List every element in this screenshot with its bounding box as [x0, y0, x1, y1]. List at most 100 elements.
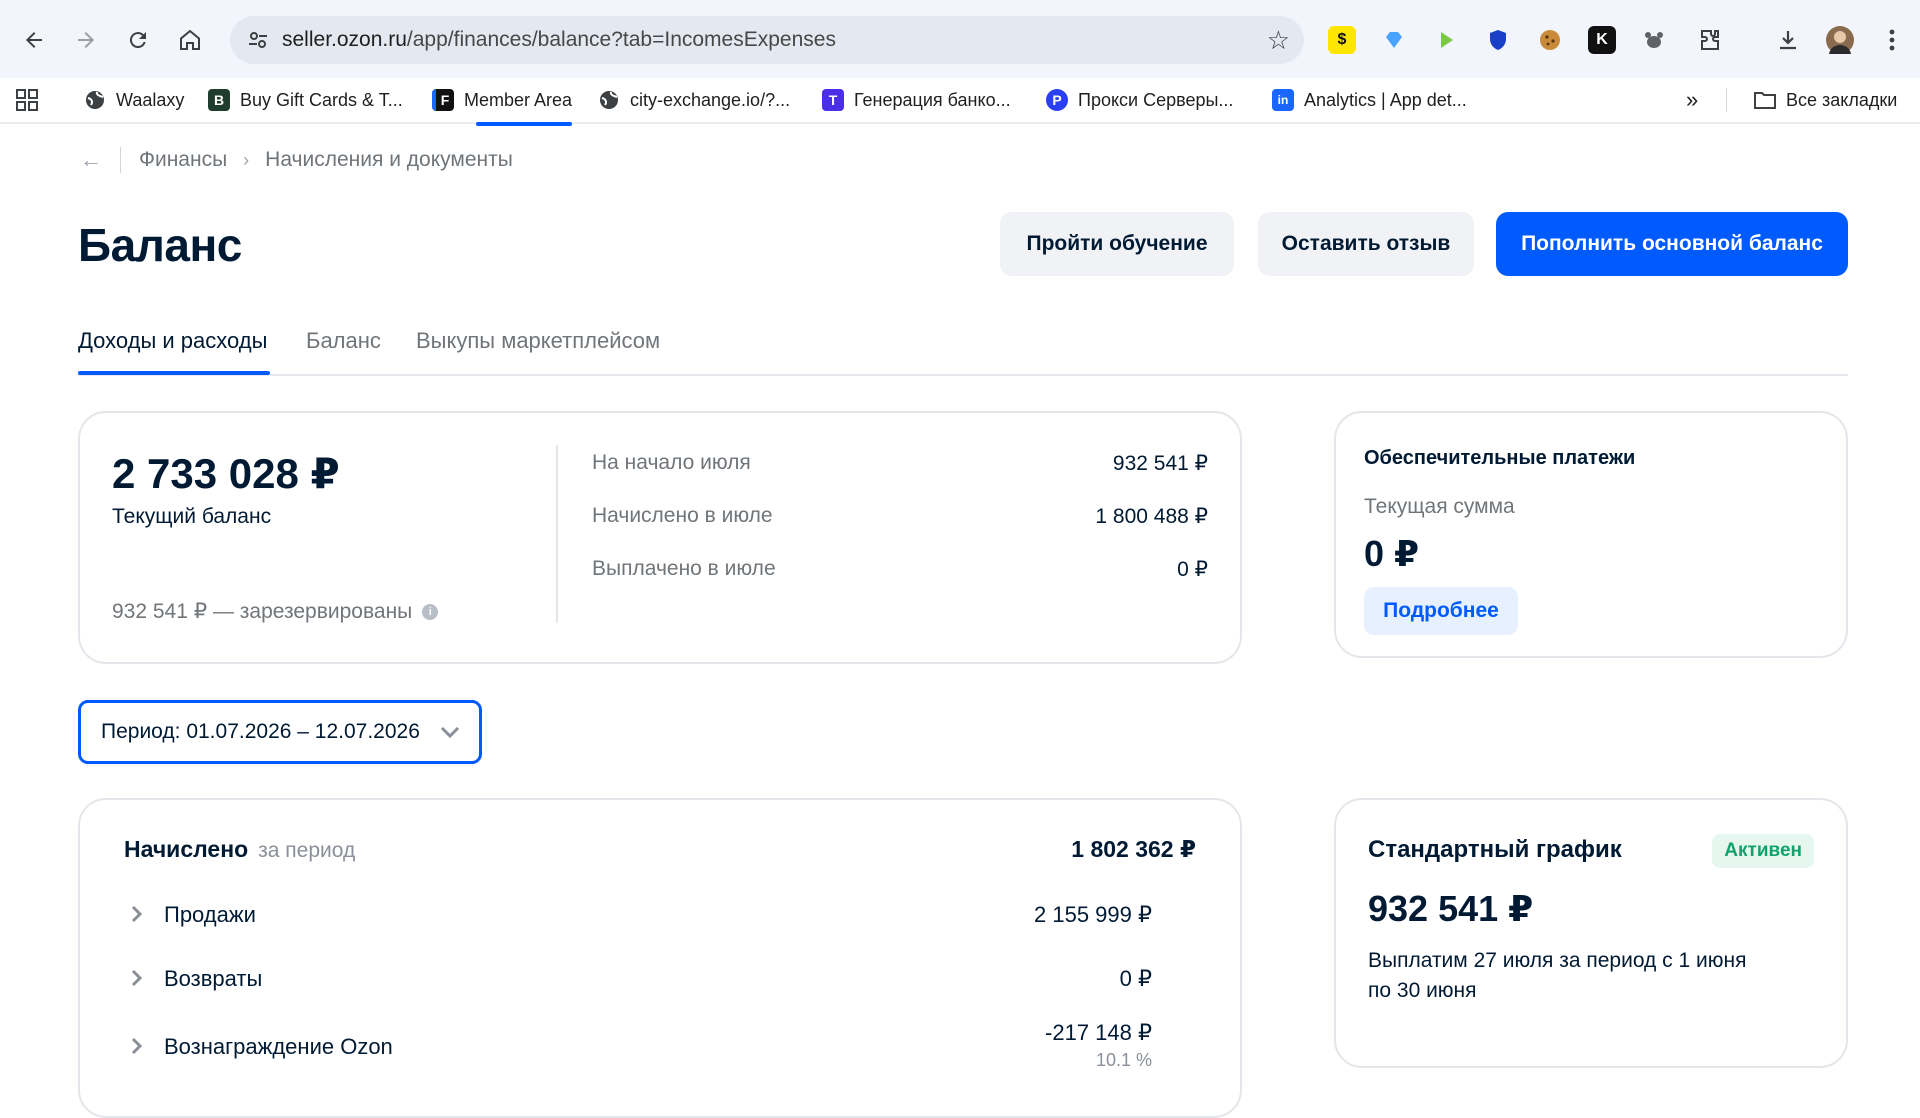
active-tab-underline [78, 371, 270, 375]
accrued-title-period: за период [258, 839, 356, 862]
extension-animal-icon[interactable] [1640, 26, 1668, 54]
row-value: 2 155 999 ₽ [1034, 902, 1152, 927]
reload-icon[interactable] [120, 22, 156, 58]
page-top-border [0, 122, 1920, 124]
download-icon[interactable] [1774, 26, 1802, 54]
current-balance-label: Текущий баланс [112, 505, 272, 528]
reserved-amount: 932 541 ₽ — зарезервированы i [112, 599, 439, 624]
row-label: Вознаграждение Ozon [164, 1034, 393, 1059]
balance-card: 2 733 028 ₽ Текущий баланс 932 541 ₽ — з… [78, 411, 1242, 664]
bookmark-label: Waalaxy [116, 89, 185, 110]
security-payments-title: Обеспечительные платежи [1364, 447, 1636, 469]
bookmark-analytics[interactable]: in Analytics | App det... [1272, 86, 1467, 114]
bookmark-star-icon[interactable]: ☆ [1267, 25, 1290, 55]
bookmark-label: Генерация банко... [854, 89, 1011, 110]
active-header-indicator [476, 122, 572, 126]
bookmark-label: Member Area [464, 89, 573, 110]
url-text: seller.ozon.ru/app/finances/balance?tab=… [282, 28, 836, 51]
tab-incomes-expenses[interactable]: Доходы и расходы [78, 328, 267, 354]
feedback-button[interactable]: Оставить отзыв [1258, 212, 1474, 276]
status-badge: Активен [1712, 834, 1814, 868]
breadcrumb-item-accruals[interactable]: Начисления и документы [265, 148, 513, 172]
topup-balance-button[interactable]: Пополнить основной баланс [1496, 212, 1848, 276]
breadcrumb-divider [120, 147, 121, 173]
tab-balance[interactable]: Баланс [306, 328, 381, 354]
period-select-value: Период: 01.07.2026 – 12.07.2026 [101, 720, 420, 743]
gift-cards-icon: B [208, 89, 230, 111]
accrued-title: Начислено за период [124, 836, 355, 863]
info-icon[interactable]: i [422, 603, 439, 620]
accrued-month-label: Начислено в июле [592, 504, 773, 527]
site-info-icon[interactable] [242, 24, 274, 56]
schedule-amount: 932 541 ₽ [1368, 888, 1534, 929]
linkedin-icon: in [1272, 89, 1294, 111]
address-bar[interactable]: seller.ozon.ru/app/finances/balance?tab=… [230, 16, 1304, 64]
security-current-label: Текущая сумма [1364, 495, 1515, 518]
bookmark-label: Analytics | App det... [1304, 89, 1467, 110]
all-bookmarks[interactable]: Все закладки [1754, 86, 1897, 114]
tab-marketplace-buyouts[interactable]: Выкупы маркетплейсом [416, 328, 660, 354]
accrued-card: Начислено за период 1 802 362 ₽ Продажи 2… [78, 798, 1242, 1118]
chevron-right-icon [130, 904, 150, 928]
security-current-amount: 0 ₽ [1364, 533, 1420, 574]
breadcrumb-chevron-icon: › [243, 149, 250, 170]
more-details-button[interactable]: Подробнее [1364, 587, 1518, 635]
bookmark-bank-generation[interactable]: T Генерация банко... [822, 86, 1011, 114]
month-start-label: На начало июля [592, 451, 751, 474]
profile-avatar[interactable] [1826, 26, 1854, 54]
bookmark-waalaxy[interactable]: Waalaxy [84, 86, 184, 114]
browser-menu-icon[interactable] [1878, 26, 1906, 54]
accrued-total: 1 802 362 ₽ [1071, 836, 1196, 862]
row-label: Возвраты [164, 966, 263, 991]
current-balance-amount: 2 733 028 ₽ [112, 450, 340, 497]
forward-icon[interactable] [68, 22, 104, 58]
schedule-title: Стандартный график [1368, 836, 1622, 863]
bookmark-gift-cards[interactable]: B Buy Gift Cards & T... [208, 86, 403, 114]
extension-diamond-icon[interactable] [1380, 26, 1408, 54]
accrued-row-sales[interactable]: Продажи 2 155 999 ₽ [130, 900, 1196, 934]
chevron-right-icon [130, 1036, 150, 1060]
row-value: -217 148 ₽ [1045, 1020, 1152, 1045]
bookmark-member-area[interactable]: F Member Area [432, 86, 572, 114]
extension-shield-icon[interactable] [1484, 26, 1512, 54]
card-divider [556, 445, 558, 623]
bookmarks-divider [1726, 88, 1727, 112]
extension-play-icon[interactable] [1432, 26, 1460, 54]
bookmark-proxy-servers[interactable]: P Прокси Серверы... [1046, 86, 1233, 114]
row-value: 0 ₽ [1119, 966, 1152, 991]
month-start-value: 932 541 ₽ [1112, 452, 1208, 475]
all-bookmarks-label: Все закладки [1786, 89, 1898, 110]
home-icon[interactable] [172, 22, 208, 58]
chevron-down-icon [437, 719, 463, 745]
bookmark-label: Buy Gift Cards & T... [240, 89, 403, 110]
bookmark-label: Прокси Серверы... [1078, 89, 1234, 110]
accrued-month-value: 1 800 488 ₽ [1095, 505, 1208, 528]
schedule-description: Выплатим 27 июля за период с 1 июня по 3… [1368, 949, 1747, 1002]
paid-month-value: 0 ₽ [1177, 558, 1208, 581]
bookmark-city-exchange[interactable]: city-exchange.io/?... [598, 86, 790, 114]
training-button[interactable]: Пройти обучение [1000, 212, 1234, 276]
extension-dollar-icon[interactable]: $ [1328, 26, 1356, 54]
chevron-right-icon [130, 968, 150, 992]
bookmark-label: city-exchange.io/?... [630, 89, 791, 110]
apps-grid-icon[interactable] [16, 86, 38, 114]
more-bookmarks-icon[interactable]: » [1686, 86, 1698, 114]
extension-k-icon[interactable]: K [1588, 26, 1616, 54]
paid-month-label: Выплачено в июле [592, 557, 776, 580]
page-title: Баланс [78, 219, 242, 271]
breadcrumb-item-finances[interactable]: Финансы [139, 148, 227, 172]
back-icon[interactable] [16, 22, 52, 58]
period-select[interactable]: Период: 01.07.2026 – 12.07.2026 [78, 700, 482, 764]
tabs: Доходы и расходы Баланс Выкупы маркетпле… [78, 328, 1848, 376]
t-icon: T [822, 89, 844, 111]
accrued-title-text: Начислено [124, 836, 249, 862]
reserved-text: 932 541 ₽ — зарезервированы [112, 600, 413, 623]
extension-cookie-icon[interactable] [1536, 26, 1564, 54]
browser-nav-bar: seller.ozon.ru/app/finances/balance?tab=… [0, 12, 1920, 68]
accrued-row-returns[interactable]: Возвраты 0 ₽ [130, 964, 1196, 998]
proxy-icon: P [1046, 89, 1068, 111]
extensions-puzzle-icon[interactable] [1696, 26, 1724, 54]
accrued-row-ozon-fee[interactable]: Вознаграждение Ozon -217 148 ₽ 10.1 % [130, 1020, 1196, 1086]
folder-icon [1754, 89, 1776, 111]
breadcrumb-back-icon[interactable]: ← [80, 147, 102, 173]
